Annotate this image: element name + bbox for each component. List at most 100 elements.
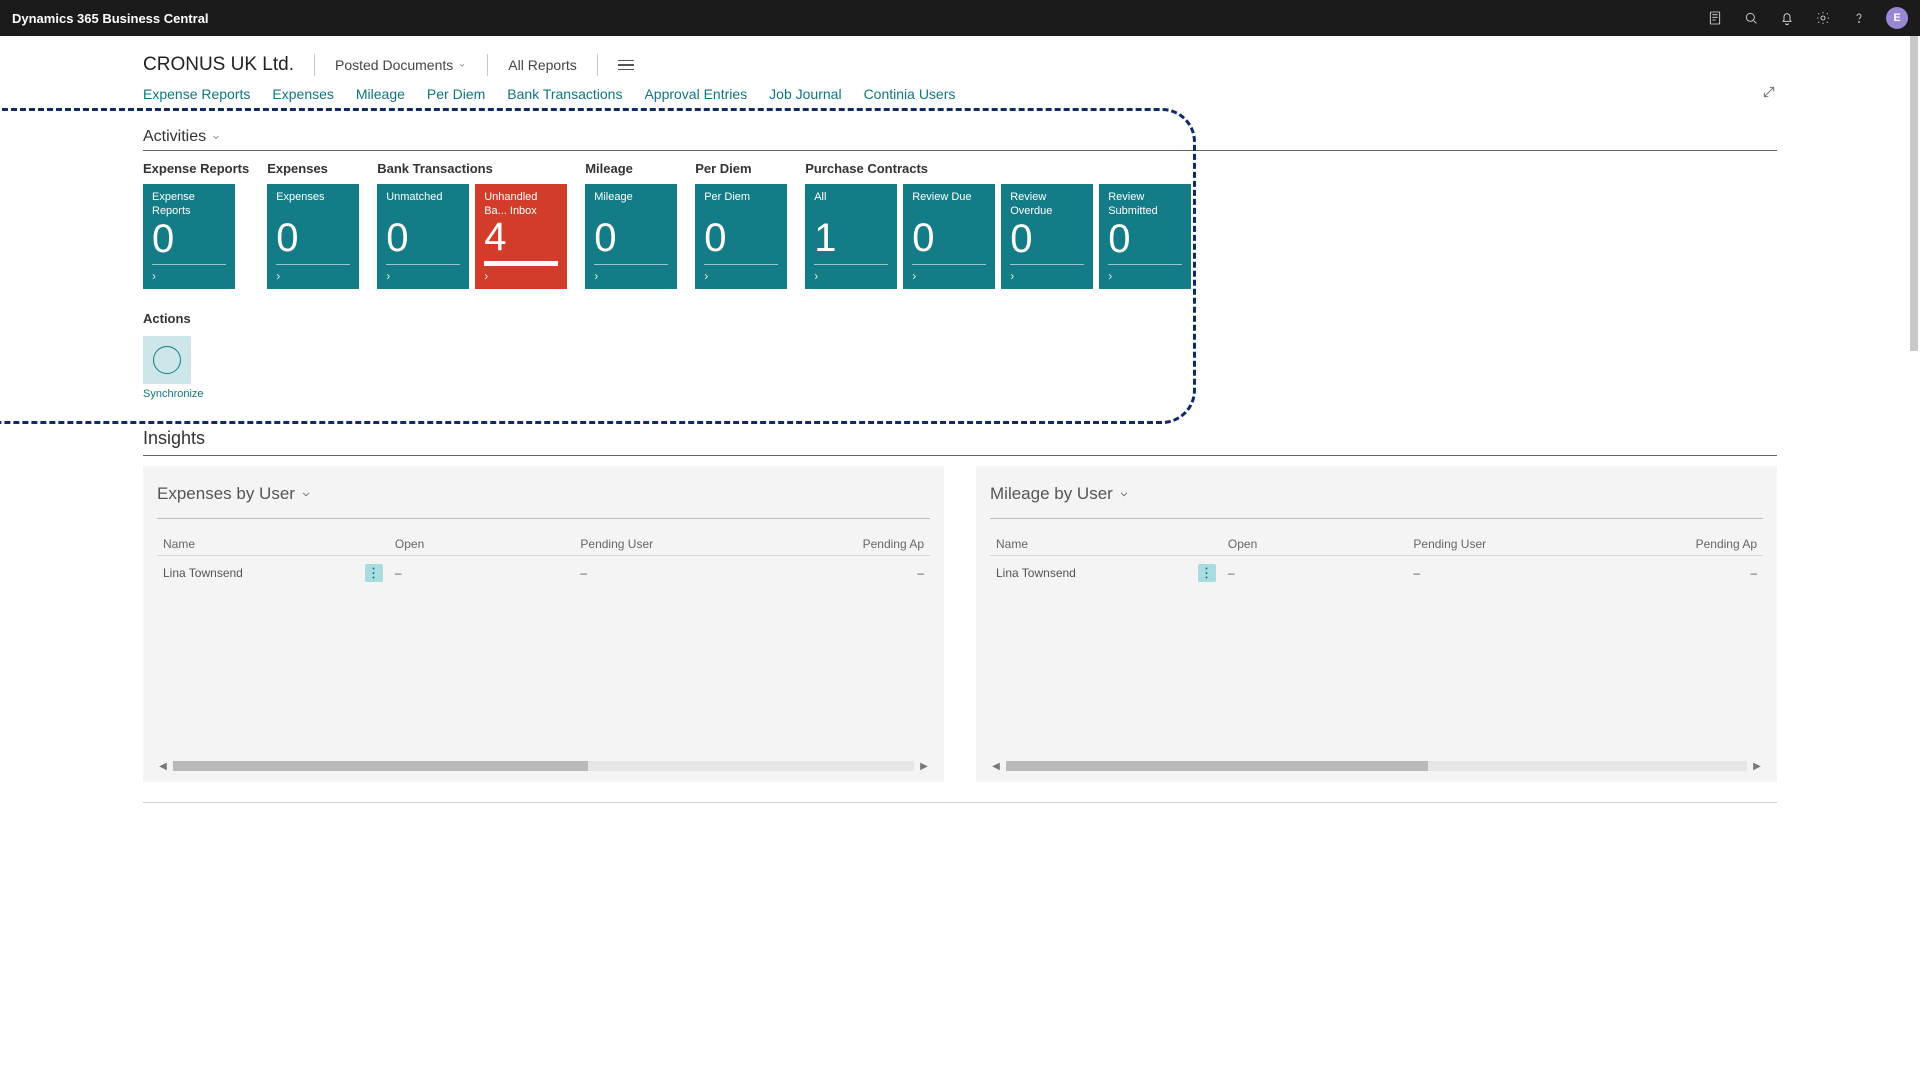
cue-tile[interactable]: Unmatched0› xyxy=(377,184,469,289)
scroll-thumb[interactable] xyxy=(1006,761,1428,771)
tile-label: Expenses xyxy=(276,191,350,217)
panel-scrollbar[interactable]: ◀ ▶ xyxy=(990,754,1763,772)
divider xyxy=(597,54,598,76)
gear-icon[interactable] xyxy=(1814,9,1832,27)
tile-label: Review Submitted xyxy=(1108,191,1182,219)
subnav-mileage[interactable]: Mileage xyxy=(356,86,405,102)
scroll-thumb[interactable] xyxy=(173,761,588,771)
mileage-panel-title[interactable]: Mileage by User xyxy=(990,484,1763,504)
page-scroll-thumb[interactable] xyxy=(1910,36,1918,351)
bell-icon[interactable] xyxy=(1778,9,1796,27)
posted-documents-label: Posted Documents xyxy=(335,57,453,73)
cue-tile[interactable]: Expenses0› xyxy=(267,184,359,289)
topbar-actions: E xyxy=(1706,7,1908,29)
insights-grid: Expenses by User Name Open Pending User … xyxy=(143,466,1777,782)
scroll-left-icon[interactable]: ◀ xyxy=(157,760,169,772)
tile-group: Bank TransactionsUnmatched0›Unhandled Ba… xyxy=(377,161,567,289)
col-pending-user[interactable]: Pending User xyxy=(574,533,790,556)
worksheet-icon[interactable] xyxy=(1706,9,1724,27)
chevron-right-icon: › xyxy=(152,269,226,283)
chevron-right-icon: › xyxy=(1108,269,1182,283)
subnav-expenses[interactable]: Expenses xyxy=(272,86,333,102)
activities-title[interactable]: Activities xyxy=(143,128,1777,146)
subnav: Expense Reports Expenses Mileage Per Die… xyxy=(143,86,1777,102)
expenses-panel: Expenses by User Name Open Pending User … xyxy=(143,466,944,782)
all-reports-menu[interactable]: All Reports xyxy=(508,57,576,73)
cell-pending-ap: – xyxy=(791,556,930,591)
tile-line xyxy=(152,264,226,265)
subnav-job-journal[interactable]: Job Journal xyxy=(769,86,841,102)
subnav-bank-transactions[interactable]: Bank Transactions xyxy=(507,86,622,102)
tile-group: Per DiemPer Diem0› xyxy=(695,161,787,289)
panel-scrollbar[interactable]: ◀ ▶ xyxy=(157,754,930,772)
mileage-table: Name Open Pending User Pending Ap Lina T… xyxy=(990,533,1763,590)
cue-tile[interactable]: Unhandled Ba... Inbox4› xyxy=(475,184,567,289)
tile-row: Expenses0› xyxy=(267,184,359,289)
col-pending-user[interactable]: Pending User xyxy=(1407,533,1623,556)
tile-value: 0 xyxy=(704,218,778,258)
synchronize-action[interactable] xyxy=(143,336,191,384)
col-open[interactable]: Open xyxy=(1222,533,1408,556)
tile-label: Review Overdue xyxy=(1010,191,1084,219)
expenses-panel-title[interactable]: Expenses by User xyxy=(157,484,930,504)
tile-value: 0 xyxy=(1108,219,1182,259)
scroll-right-icon[interactable]: ▶ xyxy=(1751,760,1763,772)
subnav-per-diem[interactable]: Per Diem xyxy=(427,86,485,102)
tile-value: 0 xyxy=(152,219,226,259)
avatar[interactable]: E xyxy=(1886,7,1908,29)
cue-tile[interactable]: Review Overdue0› xyxy=(1001,184,1093,289)
actions-section: Actions Synchronize xyxy=(143,311,1777,400)
col-pending-ap[interactable]: Pending Ap xyxy=(1624,533,1763,556)
insights-title: Insights xyxy=(143,428,1777,449)
subnav-continia-users[interactable]: Continia Users xyxy=(864,86,956,102)
page-header: CRONUS UK Ltd. Posted Documents All Repo… xyxy=(143,54,1777,76)
divider xyxy=(990,518,1763,519)
cue-tile[interactable]: Mileage0› xyxy=(585,184,677,289)
tile-label: Mileage xyxy=(594,191,668,217)
cell-name: Lina Townsend xyxy=(157,556,389,591)
scroll-track[interactable] xyxy=(173,761,914,771)
col-pending-ap[interactable]: Pending Ap xyxy=(791,533,930,556)
tile-label: Unmatched xyxy=(386,191,460,217)
more-menu-icon[interactable] xyxy=(618,60,634,71)
col-name[interactable]: Name xyxy=(990,533,1222,556)
table-row[interactable]: Lina Townsend––– xyxy=(990,556,1763,591)
subnav-approval-entries[interactable]: Approval Entries xyxy=(644,86,747,102)
sync-circle-icon xyxy=(153,346,181,374)
subnav-expense-reports[interactable]: Expense Reports xyxy=(143,86,250,102)
tile-label: Review Due xyxy=(912,191,986,217)
scroll-left-icon[interactable]: ◀ xyxy=(990,760,1002,772)
tile-value: 4 xyxy=(484,217,558,257)
expand-icon[interactable] xyxy=(1761,84,1777,105)
cue-tile[interactable]: Per Diem0› xyxy=(695,184,787,289)
tile-line xyxy=(1010,264,1084,265)
row-more-icon[interactable] xyxy=(365,564,383,582)
app-title: Dynamics 365 Business Central xyxy=(12,11,209,26)
row-more-icon[interactable] xyxy=(1198,564,1216,582)
cell-pending-user: – xyxy=(574,556,790,591)
company-name[interactable]: CRONUS UK Ltd. xyxy=(143,54,294,76)
tile-group: ExpensesExpenses0› xyxy=(267,161,359,289)
cue-tile[interactable]: Expense Reports0› xyxy=(143,184,235,289)
col-name[interactable]: Name xyxy=(157,533,389,556)
col-open[interactable]: Open xyxy=(389,533,575,556)
tile-line xyxy=(484,261,558,266)
cue-tile[interactable]: Review Submitted0 › xyxy=(1099,184,1191,289)
cue-tile[interactable]: Review Due0› xyxy=(903,184,995,289)
page-scrollbar[interactable] xyxy=(1910,36,1918,823)
chevron-down-icon xyxy=(210,131,222,143)
search-icon[interactable] xyxy=(1742,9,1760,27)
cue-tile[interactable]: All1› xyxy=(805,184,897,289)
tile-row: Expense Reports0› xyxy=(143,184,249,289)
help-icon[interactable] xyxy=(1850,9,1868,27)
tile-line xyxy=(912,264,986,265)
posted-documents-menu[interactable]: Posted Documents xyxy=(335,57,467,73)
tile-line xyxy=(704,264,778,265)
chevron-down-icon xyxy=(299,487,313,501)
chevron-down-icon xyxy=(457,60,467,70)
tile-group-label: Mileage xyxy=(585,161,677,176)
tile-value: 0 xyxy=(1010,219,1084,259)
table-row[interactable]: Lina Townsend––– xyxy=(157,556,930,591)
scroll-track[interactable] xyxy=(1006,761,1747,771)
scroll-right-icon[interactable]: ▶ xyxy=(918,760,930,772)
